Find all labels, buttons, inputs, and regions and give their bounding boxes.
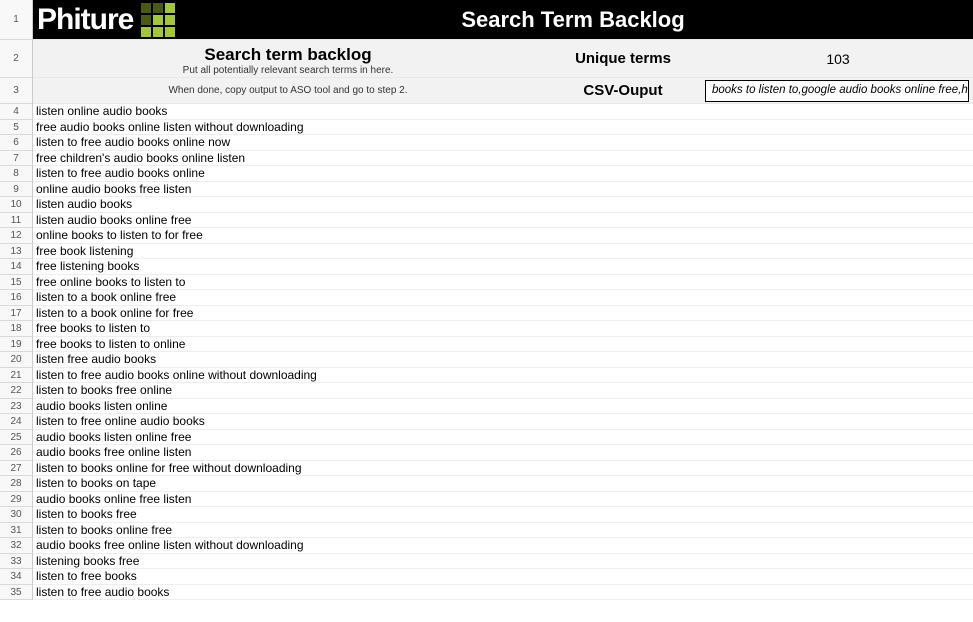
row-number[interactable]: 16 [0, 290, 32, 306]
term-cell[interactable]: free online books to listen to [33, 275, 973, 291]
row-number[interactable]: 13 [0, 244, 32, 260]
csv-output-label: CSV-Ouput [543, 82, 703, 99]
backlog-subtitle-1: Put all potentially relevant search term… [33, 65, 543, 76]
unique-terms-value: 103 [703, 51, 973, 67]
term-cell[interactable]: audio books online free listen [33, 492, 973, 508]
unique-terms-label: Unique terms [543, 50, 703, 67]
term-cell[interactable]: listen to books online for free without … [33, 461, 973, 477]
term-cell[interactable]: listen to free audio books online [33, 166, 973, 182]
term-cell[interactable]: listen to free audio books online now [33, 135, 973, 151]
term-cell[interactable]: listen to books free [33, 507, 973, 523]
term-cell[interactable]: listen to free audio books online withou… [33, 368, 973, 384]
term-cell[interactable]: free books to listen to online [33, 337, 973, 353]
term-cell[interactable]: free children's audio books online liste… [33, 151, 973, 167]
term-cell[interactable]: listen to free audio books [33, 585, 973, 601]
row-number[interactable]: 15 [0, 275, 32, 291]
row-number[interactable]: 9 [0, 182, 32, 198]
row-number[interactable]: 6 [0, 135, 32, 151]
row-number[interactable]: 21 [0, 368, 32, 384]
term-cell[interactable]: audio books listen online [33, 399, 973, 415]
term-cell[interactable]: listen audio books [33, 197, 973, 213]
subheader-row: Search term backlog Put all potentially … [33, 40, 973, 78]
row-number[interactable]: 11 [0, 213, 32, 229]
backlog-subtitle-block: When done, copy output to ASO tool and g… [33, 85, 543, 96]
backlog-subtitle-2: When done, copy output to ASO tool and g… [33, 85, 543, 96]
row-number[interactable]: 8 [0, 166, 32, 182]
term-cell[interactable]: listen to free books [33, 569, 973, 585]
brand-name: Phiture [37, 3, 133, 37]
brand-logo-icon [141, 3, 175, 37]
row-number[interactable]: 7 [0, 151, 32, 167]
row-number[interactable]: 31 [0, 523, 32, 539]
row-number[interactable]: 2 [0, 40, 32, 78]
row-number[interactable]: 33 [0, 554, 32, 570]
row-number[interactable]: 27 [0, 461, 32, 477]
row-number[interactable]: 3 [0, 78, 32, 104]
csv-output-cell[interactable]: books to listen to,google audio books on… [705, 80, 969, 102]
term-cell[interactable]: free audio books online listen without d… [33, 120, 973, 136]
row-number[interactable]: 24 [0, 414, 32, 430]
term-cell[interactable]: audio books free online listen without d… [33, 538, 973, 554]
row-number[interactable]: 32 [0, 538, 32, 554]
row-number[interactable]: 17 [0, 306, 32, 322]
row-number[interactable]: 19 [0, 337, 32, 353]
row-number-gutter: 1 2 3 4 5 6 7 8 9 10 11 12 13 14 15 16 1… [0, 0, 33, 600]
term-cell[interactable]: listening books free [33, 554, 973, 570]
row-number[interactable]: 20 [0, 352, 32, 368]
row-number[interactable]: 30 [0, 507, 32, 523]
term-cell[interactable]: listen online audio books [33, 104, 973, 120]
term-cell[interactable]: audio books free online listen [33, 445, 973, 461]
row-number[interactable]: 29 [0, 492, 32, 508]
term-cell[interactable]: listen to books online free [33, 523, 973, 539]
row-number[interactable]: 10 [0, 197, 32, 213]
row-number[interactable]: 18 [0, 321, 32, 337]
row-number[interactable]: 28 [0, 476, 32, 492]
term-cell[interactable]: listen to a book online for free [33, 306, 973, 322]
term-cell[interactable]: listen to free online audio books [33, 414, 973, 430]
row-number[interactable]: 34 [0, 569, 32, 585]
row-number[interactable]: 23 [0, 399, 32, 415]
term-cell[interactable]: online books to listen to for free [33, 228, 973, 244]
row-number[interactable]: 26 [0, 445, 32, 461]
term-cell[interactable]: free book listening [33, 244, 973, 260]
term-cell[interactable]: free books to listen to [33, 321, 973, 337]
row-number[interactable]: 14 [0, 259, 32, 275]
brand-logo: Phiture [33, 3, 233, 37]
csv-row: When done, copy output to ASO tool and g… [33, 78, 973, 104]
term-cell[interactable]: listen to a book online free [33, 290, 973, 306]
backlog-title: Search term backlog [33, 45, 543, 65]
row-number[interactable]: 22 [0, 383, 32, 399]
term-cell[interactable]: audio books listen online free [33, 430, 973, 446]
term-cell[interactable]: online audio books free listen [33, 182, 973, 198]
row-number[interactable]: 25 [0, 430, 32, 446]
row-number[interactable]: 1 [0, 0, 32, 40]
term-cell[interactable]: listen audio books online free [33, 213, 973, 229]
term-cell[interactable]: listen free audio books [33, 352, 973, 368]
backlog-label-block: Search term backlog Put all potentially … [33, 41, 543, 76]
row-number[interactable]: 5 [0, 120, 32, 136]
page-title: Search Term Backlog [233, 7, 973, 33]
term-cell[interactable]: free listening books [33, 259, 973, 275]
term-cell[interactable]: listen to books free online [33, 383, 973, 399]
row-number[interactable]: 12 [0, 228, 32, 244]
row-number[interactable]: 35 [0, 585, 32, 601]
row-number[interactable]: 4 [0, 104, 32, 120]
term-cell[interactable]: listen to books on tape [33, 476, 973, 492]
header-row: Phiture Search Term Backlog [33, 0, 973, 40]
